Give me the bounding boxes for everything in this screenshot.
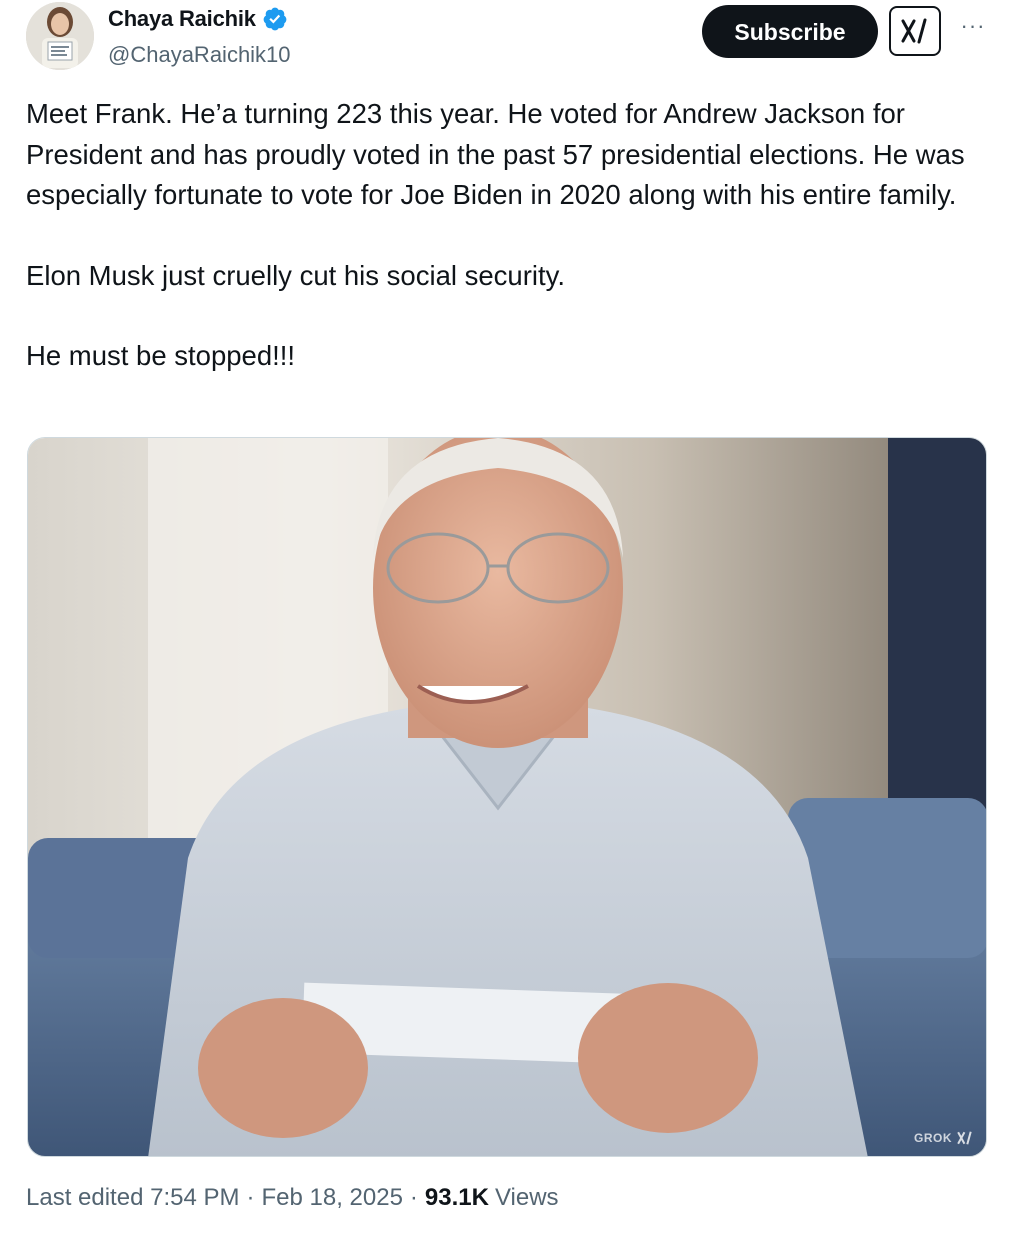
grok-watermark-icon bbox=[957, 1131, 972, 1145]
views-count[interactable]: 93.1K bbox=[425, 1184, 489, 1212]
more-options-button[interactable]: ··· bbox=[958, 14, 988, 44]
tweet-paragraph: Elon Musk just cruelly cut his social se… bbox=[26, 259, 565, 291]
meta-separator: · bbox=[409, 1184, 418, 1211]
author-name-row[interactable]: Chaya Raichik bbox=[108, 6, 288, 32]
views-label[interactable]: Views bbox=[495, 1184, 559, 1212]
grok-watermark: GROK bbox=[914, 1130, 974, 1146]
author-avatar[interactable] bbox=[26, 2, 94, 70]
tweet-metadata: Last edited 7:54 PM · Feb 18, 2025 · 93.… bbox=[26, 1184, 559, 1212]
author-handle[interactable]: @ChayaRaichik10 bbox=[108, 42, 291, 68]
tweet-text: Meet Frank. He’a turning 223 this year. … bbox=[26, 94, 1001, 377]
grok-icon bbox=[901, 18, 927, 44]
edited-timestamp[interactable]: Last edited 7:54 PM bbox=[26, 1184, 239, 1212]
media-photo bbox=[28, 438, 986, 1156]
tweet-media-image[interactable]: GROK bbox=[27, 437, 987, 1157]
author-display-name[interactable]: Chaya Raichik bbox=[108, 6, 256, 32]
verified-badge-icon[interactable] bbox=[262, 6, 288, 32]
meta-separator: · bbox=[246, 1184, 255, 1211]
avatar-image bbox=[26, 2, 94, 70]
tweet-paragraph: He must be stopped!!! bbox=[26, 340, 296, 371]
post-date[interactable]: Feb 18, 2025 bbox=[261, 1184, 402, 1212]
tweet-paragraph: Meet Frank. He’a turning 223 this year. … bbox=[26, 98, 965, 210]
grok-button[interactable] bbox=[889, 6, 941, 56]
subscribe-button[interactable]: Subscribe bbox=[702, 5, 878, 58]
more-options-icon: ··· bbox=[960, 13, 986, 38]
